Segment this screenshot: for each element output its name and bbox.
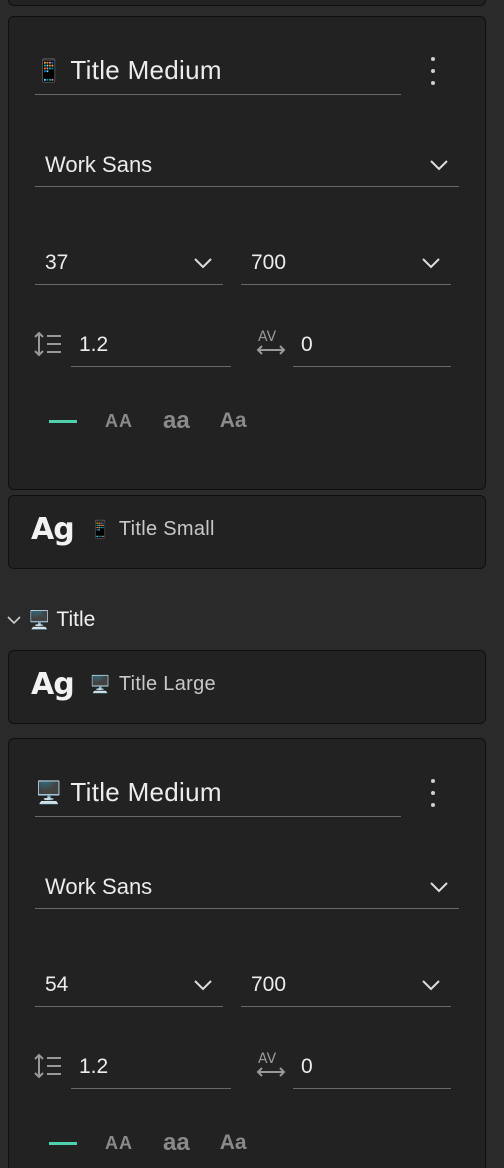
letter-spacing-input[interactable]: 0 bbox=[293, 323, 451, 367]
group-label: Title bbox=[56, 608, 96, 631]
text-case-options: AA aa Aa bbox=[49, 1129, 277, 1157]
style-name-text: Title Medium bbox=[70, 55, 222, 85]
line-height-icon bbox=[34, 331, 61, 357]
letter-spacing-icon: AV bbox=[256, 329, 286, 355]
font-weight-value: 700 bbox=[251, 972, 287, 996]
font-preview: Ag bbox=[31, 512, 75, 547]
chevron-down-icon bbox=[194, 257, 212, 268]
line-height-input[interactable]: 1.2 bbox=[71, 1045, 231, 1089]
chevron-down-icon bbox=[422, 979, 440, 990]
previous-card-edge bbox=[8, 0, 486, 6]
font-size-select[interactable]: 37 bbox=[35, 241, 223, 285]
case-none-option[interactable] bbox=[49, 1141, 77, 1145]
style-name-field[interactable]: 📱 Title Medium bbox=[35, 47, 401, 95]
font-preview: Ag bbox=[31, 667, 75, 702]
phone-icon: 📱 bbox=[35, 57, 63, 83]
case-uppercase-option[interactable]: AA bbox=[105, 411, 133, 432]
desktop-icon: 🖥️ bbox=[89, 674, 111, 694]
desktop-icon: 🖥️ bbox=[35, 779, 63, 805]
phone-icon: 📱 bbox=[89, 519, 111, 539]
style-label: Title Small bbox=[118, 518, 215, 540]
style-label: Title Large bbox=[118, 673, 216, 695]
font-size-select[interactable]: 54 bbox=[35, 963, 223, 1007]
group-header-title[interactable]: 🖥️ Title bbox=[6, 608, 95, 632]
typography-card-desktop-title-medium: 🖥️ Title Medium Work Sans 54 700 1.2 AV … bbox=[8, 738, 486, 1168]
case-lowercase-option[interactable]: aa bbox=[163, 1129, 190, 1157]
letter-spacing-icon: AV bbox=[256, 1051, 286, 1077]
case-capitalize-option[interactable]: Aa bbox=[220, 1131, 247, 1155]
font-family-value: Work Sans bbox=[45, 151, 153, 177]
style-name-field[interactable]: 🖥️ Title Medium bbox=[35, 769, 401, 817]
case-uppercase-option[interactable]: AA bbox=[105, 1133, 133, 1154]
svg-text:AV: AV bbox=[258, 1051, 277, 1067]
typography-card-phone-title-medium: 📱 Title Medium Work Sans 37 700 1.2 AV 0… bbox=[8, 16, 486, 490]
chevron-down-icon bbox=[430, 881, 448, 892]
chevron-down-icon bbox=[430, 159, 448, 170]
more-options-icon[interactable] bbox=[425, 57, 441, 85]
typography-card-desktop-title-large[interactable]: Ag 🖥️ Title Large bbox=[8, 650, 486, 724]
chevron-down-icon bbox=[422, 257, 440, 268]
case-capitalize-option[interactable]: Aa bbox=[220, 409, 247, 433]
style-name-text: Title Medium bbox=[70, 777, 222, 807]
line-height-input[interactable]: 1.2 bbox=[71, 323, 231, 367]
font-weight-select[interactable]: 700 bbox=[241, 963, 451, 1007]
font-weight-value: 700 bbox=[251, 250, 287, 274]
chevron-down-icon bbox=[194, 979, 212, 990]
font-size-value: 37 bbox=[45, 250, 69, 274]
font-family-value: Work Sans bbox=[45, 873, 153, 899]
svg-text:AV: AV bbox=[258, 329, 277, 345]
line-height-icon bbox=[34, 1053, 61, 1079]
case-none-option[interactable] bbox=[49, 419, 77, 423]
typography-card-phone-title-small[interactable]: Ag 📱 Title Small bbox=[8, 495, 486, 569]
desktop-icon: 🖥️ bbox=[28, 609, 51, 630]
font-size-value: 54 bbox=[45, 972, 69, 996]
case-lowercase-option[interactable]: aa bbox=[163, 407, 190, 435]
chevron-down-icon bbox=[7, 616, 21, 625]
font-family-select[interactable]: Work Sans bbox=[35, 143, 459, 187]
font-family-select[interactable]: Work Sans bbox=[35, 865, 459, 909]
letter-spacing-input[interactable]: 0 bbox=[293, 1045, 451, 1089]
font-weight-select[interactable]: 700 bbox=[241, 241, 451, 285]
more-options-icon[interactable] bbox=[425, 779, 441, 807]
text-case-options: AA aa Aa bbox=[49, 407, 277, 435]
